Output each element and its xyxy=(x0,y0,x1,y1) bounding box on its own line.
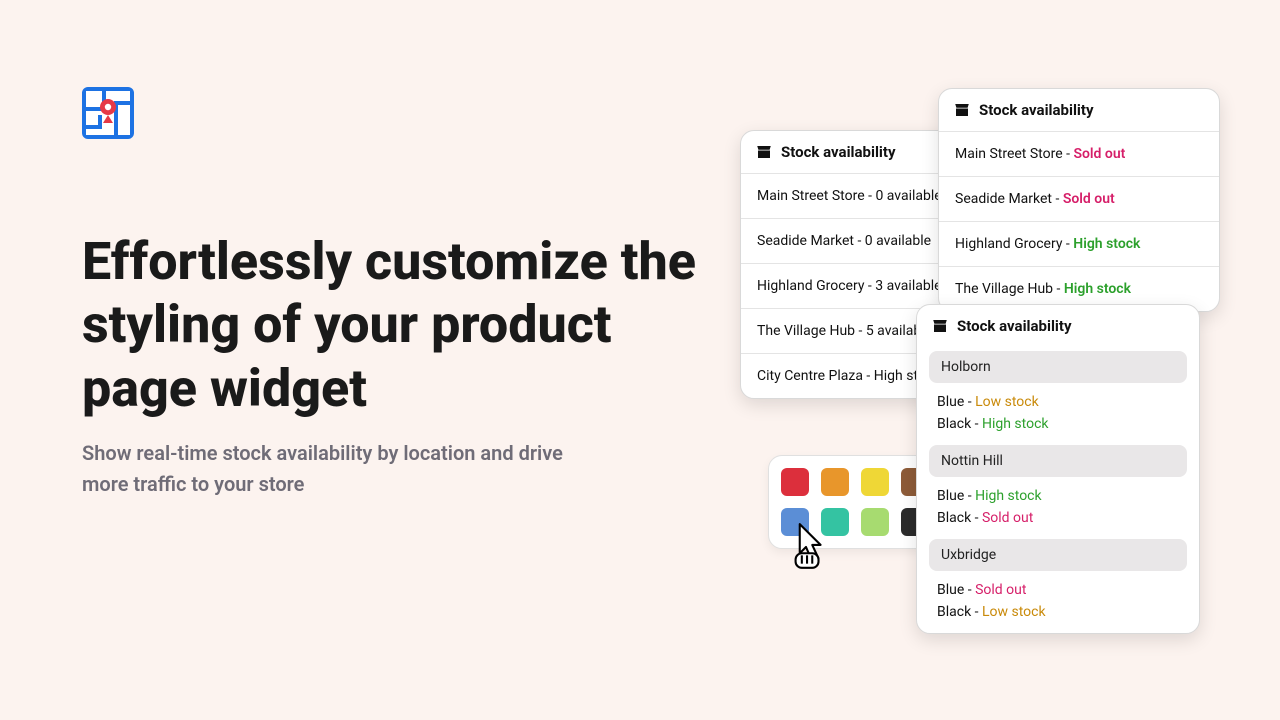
status-badge: Low stock xyxy=(975,394,1039,410)
status-badge: Sold out xyxy=(1073,146,1125,162)
variant-name: Blue - xyxy=(937,394,975,410)
color-swatch[interactable] xyxy=(781,468,809,496)
status-badge: High stock xyxy=(1073,236,1140,252)
group-header: Uxbridge xyxy=(929,539,1187,571)
map-pin-icon xyxy=(86,91,130,135)
list-item: Highland Grocery - High stock xyxy=(939,221,1219,266)
store-icon xyxy=(931,317,949,335)
store-name: Main Street Store - xyxy=(955,146,1073,162)
pointer-cursor-icon xyxy=(784,522,828,572)
color-swatch[interactable] xyxy=(861,508,889,536)
location-group: Nottin Hill Blue - High stock Black - So… xyxy=(917,445,1199,529)
variant-name: Blue - xyxy=(937,488,975,504)
store-name: The Village Hub - xyxy=(955,281,1064,297)
widget-title: Stock availability xyxy=(781,143,896,161)
variant-name: Black - xyxy=(937,416,982,432)
variant-item: Blue - High stock xyxy=(917,485,1199,507)
app-logo xyxy=(82,87,134,139)
color-swatch[interactable] xyxy=(861,468,889,496)
variant-item: Blue - Low stock xyxy=(917,391,1199,413)
widget-preview-grouped: Stock availability Holborn Blue - Low st… xyxy=(916,304,1200,634)
store-icon xyxy=(755,143,773,161)
group-header: Holborn xyxy=(929,351,1187,383)
widget-header: Stock availability xyxy=(939,89,1219,131)
widget-preview-colored: Stock availability Main Street Store - S… xyxy=(938,88,1220,312)
variant-name: Blue - xyxy=(937,582,975,598)
location-group: Uxbridge Blue - Sold out Black - Low sto… xyxy=(917,539,1199,633)
widget-header: Stock availability xyxy=(917,305,1199,341)
page-title: Effortlessly customize the styling of yo… xyxy=(82,230,702,420)
status-badge: Sold out xyxy=(1063,191,1115,207)
status-badge: High stock xyxy=(982,416,1049,432)
list-item: Seadide Market - Sold out xyxy=(939,176,1219,221)
status-badge: Sold out xyxy=(975,582,1026,598)
location-group: Holborn Blue - Low stock Black - High st… xyxy=(917,351,1199,435)
variant-item: Black - Low stock xyxy=(917,601,1199,623)
variant-item: Black - High stock xyxy=(917,413,1199,435)
store-name: Highland Grocery - xyxy=(955,236,1073,252)
store-name: Seadide Market - xyxy=(955,191,1063,207)
variant-name: Black - xyxy=(937,604,982,620)
status-badge: Low stock xyxy=(982,604,1046,620)
variant-name: Black - xyxy=(937,510,982,526)
variant-item: Blue - Sold out xyxy=(917,579,1199,601)
page-subtitle: Show real-time stock availability by loc… xyxy=(82,438,602,500)
status-badge: Sold out xyxy=(982,510,1033,526)
list-item: Main Street Store - Sold out xyxy=(939,131,1219,176)
widget-title: Stock availability xyxy=(979,101,1094,119)
group-header: Nottin Hill xyxy=(929,445,1187,477)
status-badge: High stock xyxy=(975,488,1042,504)
widget-title: Stock availability xyxy=(957,317,1072,335)
color-swatch[interactable] xyxy=(821,468,849,496)
store-icon xyxy=(953,101,971,119)
widget-rows: Main Street Store - Sold out Seadide Mar… xyxy=(939,131,1219,311)
widget-previews: Stock availability Main Street Store - 0… xyxy=(740,80,1220,640)
status-badge: High stock xyxy=(1064,281,1131,297)
variant-item: Black - Sold out xyxy=(917,507,1199,529)
